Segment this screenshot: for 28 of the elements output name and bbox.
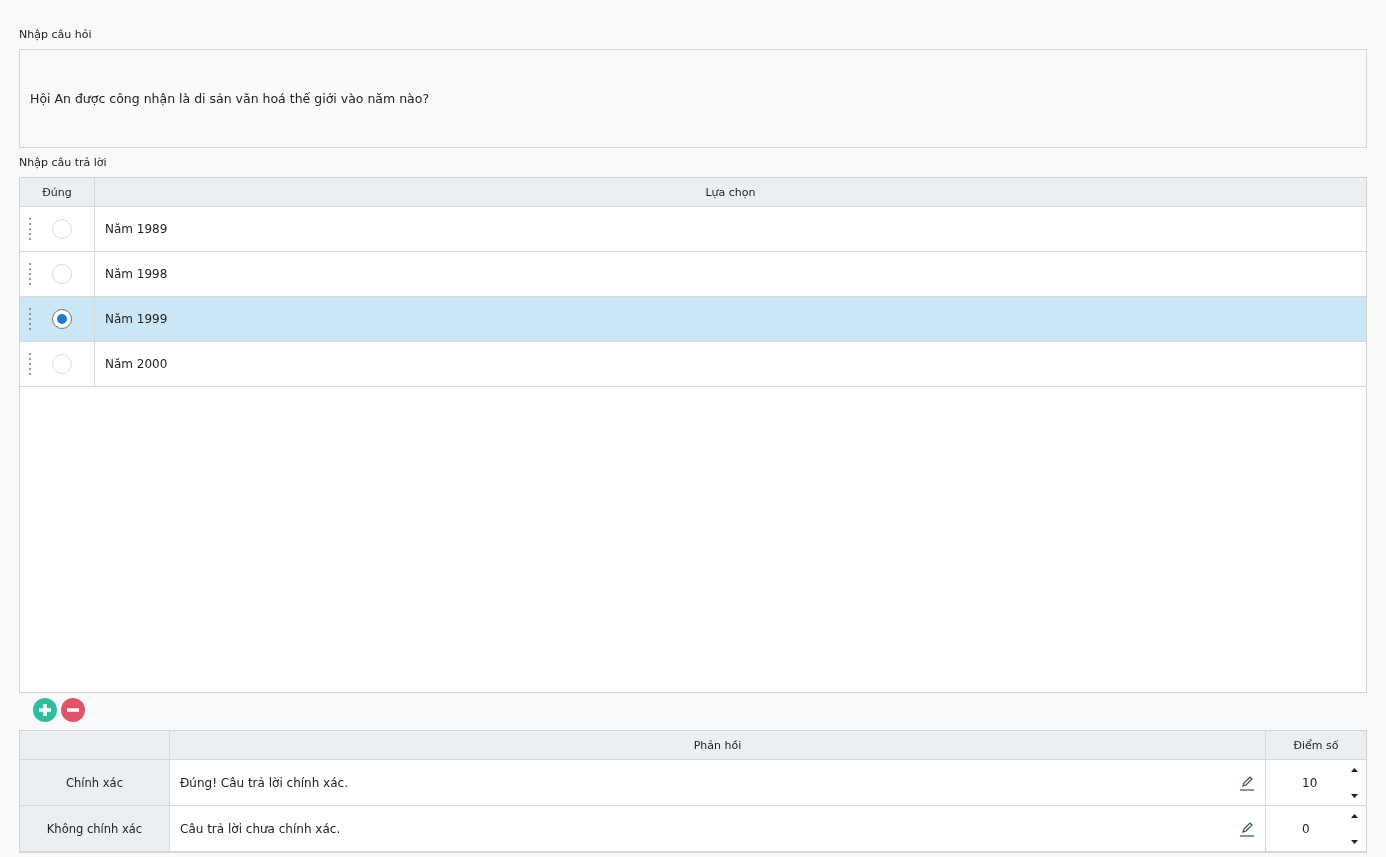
field-label: Nhập câu hỏi — [19, 28, 92, 41]
add-button[interactable] — [33, 698, 57, 722]
drag-handle-icon[interactable] — [28, 263, 32, 285]
column-header: Lựa chọn — [95, 178, 1366, 206]
column-header: Điểm số — [1266, 731, 1366, 759]
spin-down-icon[interactable] — [1351, 839, 1358, 844]
feedback-text: Đúng! Câu trả lời chính xác. — [180, 775, 348, 790]
row-header: Chính xác — [20, 760, 170, 805]
plus-icon — [38, 703, 52, 717]
drag-handle-icon[interactable] — [28, 218, 32, 240]
radio-button[interactable] — [52, 309, 72, 329]
spin-down-icon[interactable] — [1351, 793, 1358, 798]
feedback-text: Câu trả lời chưa chính xác. — [180, 821, 341, 836]
field-label: Nhập câu trả lời — [19, 156, 107, 169]
drag-handle-icon[interactable] — [28, 308, 32, 330]
spin-up-icon[interactable] — [1351, 767, 1358, 772]
pencil-icon[interactable] — [1239, 820, 1255, 837]
score-input[interactable]: 0 — [1302, 821, 1310, 836]
remove-button[interactable] — [61, 698, 85, 722]
drag-handle-icon[interactable] — [28, 353, 32, 375]
score-input[interactable]: 10 — [1302, 775, 1318, 790]
question-field[interactable]: Hội An được công nhận là di sản văn hoá thế giới vào năm nào? — [19, 49, 1367, 148]
minus-icon — [66, 708, 80, 712]
pencil-icon[interactable] — [1239, 774, 1255, 791]
row-header: Không chính xác — [20, 806, 170, 851]
spin-up-icon[interactable] — [1351, 813, 1358, 818]
column-header: Phản hồi — [170, 731, 1266, 759]
column-header: Đúng — [20, 178, 95, 206]
